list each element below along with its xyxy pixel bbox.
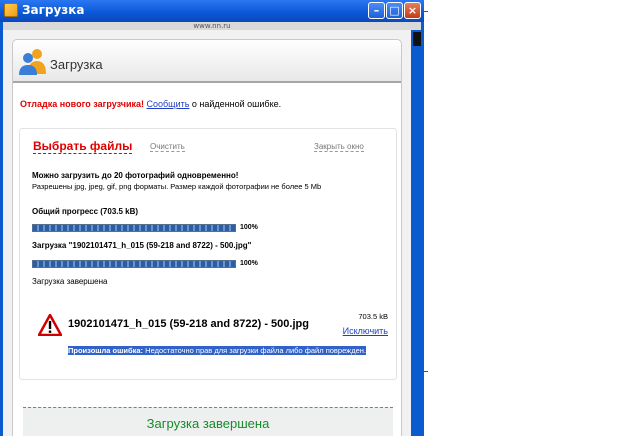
- report-link[interactable]: Сообщить: [147, 99, 190, 109]
- error-message: Произошла ошибка: Недостаточно прав для …: [68, 344, 372, 358]
- desktop-mark: [424, 11, 428, 12]
- total-progress-fill: [33, 225, 235, 231]
- upload-panel: Загрузка Отладка нового загрузчика! Сооб…: [12, 39, 402, 436]
- error-text: Недостаточно прав для загрузки файла либ…: [143, 346, 366, 355]
- clear-button[interactable]: Очистить: [150, 142, 185, 152]
- minimize-button[interactable]: –: [368, 2, 385, 19]
- formats-text: Разрешены jpg, jpeg, gif, png форматы. Р…: [32, 182, 322, 191]
- upload-status: Загрузка завершена: [32, 277, 108, 286]
- title-bar[interactable]: Загрузка – □ ×: [0, 0, 424, 22]
- total-progress-percent: 100%: [240, 224, 258, 231]
- app-icon: [4, 3, 18, 17]
- upload-limit-text: Можно загрузить до 20 фотографий одновре…: [32, 171, 239, 180]
- error-label: Произошла ошибка:: [68, 346, 144, 355]
- url-bar: www.nn.ru: [3, 22, 421, 30]
- exclude-link[interactable]: Исключить: [343, 326, 388, 336]
- maximize-button[interactable]: □: [386, 2, 403, 19]
- debug-notice: Отладка нового загрузчика! Сообщить о на…: [20, 99, 281, 109]
- completion-box: Загрузка завершена: [23, 407, 393, 436]
- file-size: 703.5 kB: [358, 312, 388, 321]
- file-progress-label: Загрузка "1902101471_h_015 (59-218 and 8…: [32, 241, 252, 250]
- scrollbar[interactable]: [412, 30, 422, 436]
- completion-text: Загрузка завершена: [146, 416, 270, 431]
- close-window-button[interactable]: Закрыть окно: [314, 142, 364, 152]
- total-progress-bar: [32, 224, 236, 232]
- notice-suffix: о найденной ошибке.: [189, 99, 282, 109]
- notice-prefix: Отладка нового загрузчика!: [20, 99, 144, 109]
- warning-icon: [38, 314, 62, 336]
- desktop-mark: [424, 371, 428, 372]
- total-progress-label: Общий прогресс (703.5 kB): [32, 207, 139, 216]
- users-icon: [19, 49, 46, 75]
- panel-title: Загрузка: [50, 57, 103, 72]
- upload-box: Выбрать файлы Очистить Закрыть окно Можн…: [19, 128, 397, 380]
- window-title: Загрузка: [22, 3, 85, 17]
- page-content: Загрузка Отладка нового загрузчика! Сооб…: [3, 30, 411, 436]
- file-progress-percent: 100%: [240, 260, 258, 267]
- close-button[interactable]: ×: [404, 2, 421, 19]
- file-progress-bar: [32, 260, 236, 268]
- scroll-thumb[interactable]: [413, 32, 421, 46]
- select-files-button[interactable]: Выбрать файлы: [33, 139, 133, 154]
- file-name: 1902101471_h_015 (59-218 and 8722) - 500…: [68, 318, 309, 330]
- browser-window: Загрузка – □ × www.nn.ru Загрузка Отладк…: [0, 0, 424, 436]
- file-progress-fill: [33, 261, 235, 267]
- panel-header: Загрузка: [13, 40, 401, 83]
